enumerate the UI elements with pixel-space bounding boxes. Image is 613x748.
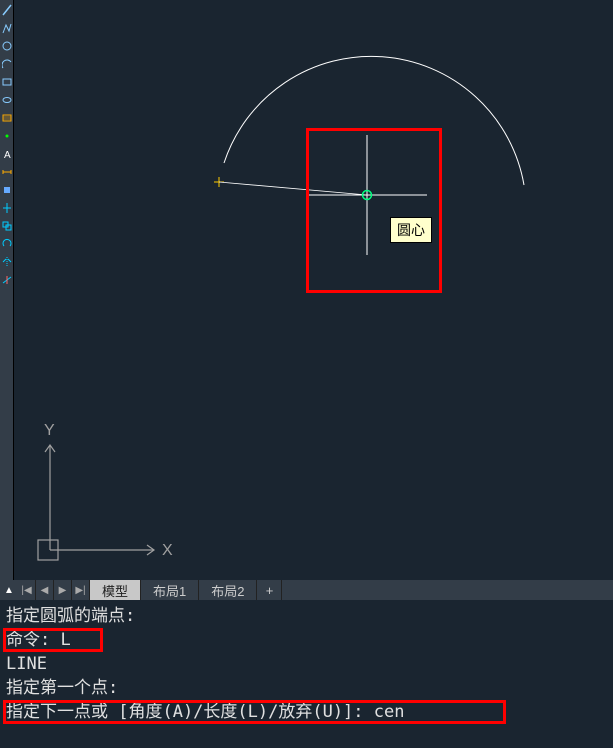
vertical-toolbar: A [0,0,14,580]
tool-move[interactable] [1,200,13,216]
tab-layout1[interactable]: 布局1 [141,580,199,600]
tab-nav-next[interactable]: ▶ [54,580,72,600]
tool-ellipse[interactable] [1,92,13,108]
ucs-y-label: Y [44,422,55,439]
cmd-history-2: 命令: L [6,628,607,652]
toggle-command-palette[interactable]: ▲ [0,580,18,600]
tool-trim[interactable] [1,272,13,288]
tool-block[interactable] [1,182,13,198]
drawing-canvas[interactable]: X Y 圆心 [14,0,613,580]
arc-entity[interactable] [224,56,524,185]
cmd-history-4: 指定第一个点: [6,676,607,700]
svg-text:A: A [4,150,11,160]
tool-polyline[interactable] [1,20,13,36]
tool-text[interactable]: A [1,146,13,162]
tab-nav-prev[interactable]: ◀ [36,580,54,600]
tab-layout2[interactable]: 布局2 [199,580,257,600]
cmd-input-line[interactable]: 指定下一点或 [角度(A)/长度(L)/放弃(U)]: cen [6,700,607,724]
tab-add[interactable]: + [257,580,282,600]
rubber-line [219,182,367,195]
tool-mirror[interactable] [1,254,13,270]
tab-nav-first[interactable]: |◀ [18,580,36,600]
tool-line[interactable] [1,2,13,18]
tab-nav-last[interactable]: ▶| [72,580,90,600]
tool-copy[interactable] [1,218,13,234]
layout-tabs: ▲ |◀ ◀ ▶ ▶| 模型 布局1 布局2 + [0,580,613,600]
osnap-tooltip: 圆心 [390,217,432,243]
ucs-icon: X Y [38,422,173,560]
cmd-history-1: 指定圆弧的端点: [6,604,607,628]
cmd-history-3: LINE [6,652,607,676]
ucs-x-label: X [162,542,173,559]
tool-hatch[interactable] [1,110,13,126]
command-window[interactable]: 指定圆弧的端点: 命令: L LINE 指定第一个点: 指定下一点或 [角度(A… [0,600,613,748]
tab-model[interactable]: 模型 [90,580,141,600]
tool-dim[interactable] [1,164,13,180]
tool-arc[interactable] [1,56,13,72]
tool-point[interactable] [1,128,13,144]
tool-circle[interactable] [1,38,13,54]
tool-rect[interactable] [1,74,13,90]
tool-rotate[interactable] [1,236,13,252]
